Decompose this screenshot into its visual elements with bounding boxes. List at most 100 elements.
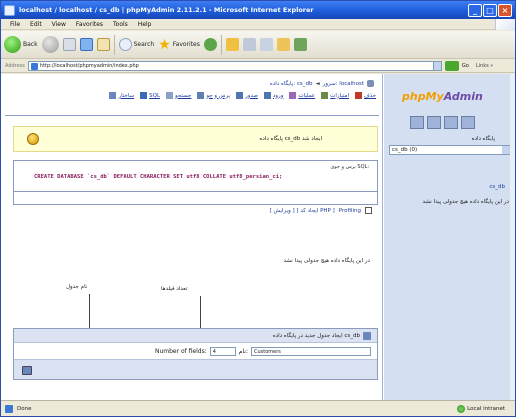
tab-operations[interactable]: عملیات [289, 92, 315, 99]
menu-file[interactable]: File [10, 21, 20, 28]
tab-export[interactable]: صدور [236, 92, 258, 99]
search-icon [166, 92, 174, 99]
server-icon [367, 80, 374, 87]
tab-label: حذف [364, 92, 376, 99]
table-name-label: نام: [238, 347, 248, 355]
database-link[interactable]: cs_db [489, 184, 505, 190]
page-status-icon [5, 404, 13, 413]
go-button[interactable] [22, 366, 32, 375]
menu-favorites[interactable]: Favorites [76, 21, 103, 28]
sql-actions: [ ویرایش ] [ ایجاد کد PHP ] Profiling [270, 207, 372, 214]
back-label: Back [23, 41, 38, 48]
profiling-label: Profiling [338, 207, 361, 214]
tab-structure[interactable]: ساختار [109, 92, 134, 99]
tab-label: ساختار [118, 92, 135, 99]
security-zone: Local intranet [457, 404, 505, 413]
browser-window: localhost / localhost / cs_db | phpMyAdm… [0, 0, 516, 417]
breadcrumb: پایگاه داده: cs_db ◄ سرور: localhost [270, 80, 374, 87]
close-button[interactable]: × [498, 3, 512, 17]
links-button[interactable]: Links » [476, 63, 494, 69]
page-icon [30, 62, 38, 70]
sql-links[interactable]: [ ویرایش ] [ ایجاد کد PHP ] [270, 208, 335, 214]
refresh-icon[interactable] [79, 38, 93, 51]
url-input[interactable]: http://localhost/phpmyadmin/index.php [27, 61, 442, 71]
database-select[interactable]: cs_db (0) [389, 145, 511, 155]
create-table-form: ایجاد جدول جدید در پایگاه داده cs_db Num… [13, 328, 378, 380]
sql-icon [140, 92, 148, 99]
no-tables-message: در این پایگاه داده هیچ جدولی پیدا نشد [283, 258, 370, 264]
logout-icon[interactable] [427, 116, 441, 129]
structure-icon [109, 92, 117, 99]
menu-view[interactable]: View [52, 21, 66, 28]
print-icon[interactable] [259, 38, 273, 51]
privileges-icon [321, 92, 329, 99]
create-table-header: ایجاد جدول جدید در پایگاه داده cs_db [14, 329, 377, 343]
profiling-checkbox[interactable] [365, 207, 372, 214]
notice-text: پایگاه داده cs_db ایجاد شد [259, 136, 323, 142]
query-window-icon[interactable] [444, 116, 458, 129]
table-name-input[interactable]: Customers [251, 346, 371, 356]
database-select-label: پایگاه داده [471, 136, 495, 142]
menu-help[interactable]: Help [138, 21, 152, 28]
media-icon[interactable] [203, 38, 217, 51]
folder-icon[interactable] [276, 38, 290, 51]
toolbar: Back Search ★ Favorites [1, 31, 515, 59]
history-icon[interactable] [225, 38, 239, 51]
phpmyadmin-logo[interactable]: phpMyAdmin [402, 90, 483, 103]
home-icon[interactable] [96, 38, 110, 51]
zone-label: Local intranet [467, 405, 505, 412]
tab-drop[interactable]: حذف [355, 92, 376, 99]
table-icon [363, 331, 371, 340]
toolbar-separator [113, 34, 115, 55]
minimize-button[interactable]: _ [468, 3, 482, 17]
go-arrow-icon[interactable] [444, 61, 459, 71]
no-tables-note: در این پایگاه داده هیچ جدولی پیدا نشد [422, 199, 509, 205]
favorites-button[interactable]: ★ Favorites [158, 38, 200, 52]
tab-privileges[interactable]: امتیازات [321, 92, 349, 99]
stop-icon[interactable] [62, 38, 76, 51]
search-button[interactable]: Search [118, 38, 155, 51]
maximize-button[interactable]: □ [483, 3, 497, 17]
sql-query-footer [13, 192, 378, 205]
import-icon [263, 92, 271, 99]
nav-icons [410, 116, 475, 129]
address-bar: Address http://localhost/phpmyadmin/inde… [1, 60, 515, 73]
tab-label: جستجو [175, 92, 192, 99]
back-button[interactable]: Back [4, 36, 38, 53]
navigation-frame: phpMyAdmin پایگاه داده cs_db (0) cs_db د… [384, 74, 515, 400]
docs-icon[interactable] [461, 116, 475, 129]
sql-query-label: پرس و جوی SQL: [330, 164, 369, 170]
tab-import[interactable]: ورود [263, 92, 283, 99]
tab-label: پرس و جو [206, 92, 231, 99]
breadcrumb-database[interactable]: پایگاه داده: cs_db [270, 81, 313, 87]
create-table-title: ایجاد جدول جدید در پایگاه داده cs_db [272, 332, 360, 339]
address-label: Address [5, 63, 25, 69]
tab-label: امتیازات [330, 92, 349, 99]
menu-edit[interactable]: Edit [30, 21, 42, 28]
menu-bar: File Edit View Favorites Tools Help [1, 18, 515, 30]
tab-label: عملیات [298, 92, 316, 99]
search-label: Search [133, 41, 155, 48]
go-button[interactable]: Go [462, 63, 469, 69]
home-icon[interactable] [410, 116, 424, 129]
tab-search[interactable]: جستجو [166, 92, 191, 99]
status-bar: Done Local intranet [1, 400, 515, 416]
messenger-icon[interactable] [293, 38, 307, 51]
menu-tools[interactable]: Tools [113, 21, 128, 28]
fields-count-input[interactable]: 4 [209, 346, 236, 356]
tab-sql[interactable]: SQL [140, 92, 160, 99]
database-select-value: cs_db (0) [392, 147, 418, 153]
intranet-icon [457, 404, 466, 413]
tab-bar: ساختار SQL جستجو پرس و جو صدور ورود عملی… [4, 92, 376, 99]
mail-icon[interactable] [242, 38, 256, 51]
scrollbar[interactable] [510, 74, 515, 400]
main-frame: پایگاه داده: cs_db ◄ سرور: localhost ساخ… [1, 74, 383, 400]
breadcrumb-separator: ◄ [315, 80, 320, 87]
status-text: Done [17, 405, 32, 412]
forward-button[interactable] [41, 36, 59, 53]
url-dropdown-icon[interactable] [432, 62, 441, 70]
title-bar: localhost / localhost / cs_db | phpMyAdm… [1, 1, 515, 19]
window-title: localhost / localhost / cs_db | phpMyAdm… [19, 6, 314, 14]
breadcrumb-server[interactable]: سرور: localhost [323, 81, 364, 87]
tab-query[interactable]: پرس و جو [197, 92, 230, 99]
